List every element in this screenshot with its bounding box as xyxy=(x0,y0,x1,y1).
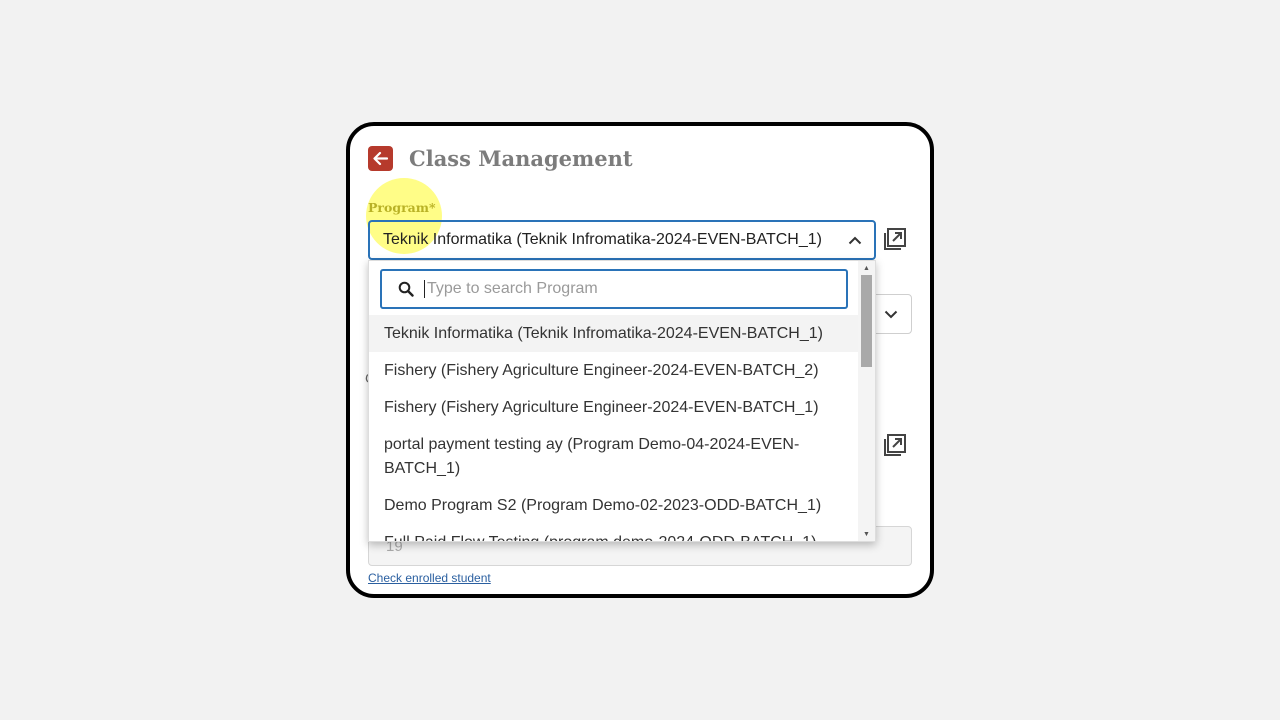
arrow-left-icon xyxy=(373,151,389,166)
program-option[interactable]: Fishery (Fishery Agriculture Engineer-20… xyxy=(369,352,859,389)
page-header: Class Management xyxy=(368,146,633,171)
page-title: Class Management xyxy=(409,146,633,171)
check-enrolled-student-link[interactable]: Check enrolled student xyxy=(368,571,491,585)
scroll-down-arrow-icon[interactable]: ▼ xyxy=(858,528,875,540)
program-option[interactable]: Full Paid Flow Testing (program demo-202… xyxy=(369,524,859,541)
program-option[interactable]: portal payment testing ay (Program Demo-… xyxy=(369,426,859,487)
scroll-up-arrow-icon[interactable]: ▲ xyxy=(858,262,875,274)
program-dropdown[interactable]: Teknik Informatika (Teknik Infromatika-2… xyxy=(368,260,876,542)
open-external-icon[interactable] xyxy=(883,433,907,457)
program-option[interactable]: Fishery (Fishery Agriculture Engineer-20… xyxy=(369,389,859,426)
program-search-box[interactable] xyxy=(380,269,848,309)
program-options-list: Teknik Informatika (Teknik Infromatika-2… xyxy=(369,315,859,541)
scroll-thumb[interactable] xyxy=(861,275,872,367)
search-icon xyxy=(398,281,414,297)
program-label: Program* xyxy=(368,200,436,215)
app-window: Class Management C 19 Check enrolled stu… xyxy=(346,122,934,598)
program-selected-value: Teknik Informatika (Teknik Infromatika-2… xyxy=(383,231,822,248)
program-select[interactable]: Teknik Informatika (Teknik Infromatika-2… xyxy=(368,220,876,260)
open-external-icon[interactable] xyxy=(883,227,907,251)
program-search-input[interactable] xyxy=(424,280,824,298)
program-option[interactable]: Teknik Informatika (Teknik Infromatika-2… xyxy=(369,315,859,352)
second-select-field[interactable] xyxy=(870,294,912,334)
back-button[interactable] xyxy=(368,146,393,171)
dropdown-scrollbar[interactable]: ▲ ▼ xyxy=(858,261,875,541)
program-option[interactable]: Demo Program S2 (Program Demo-02-2023-OD… xyxy=(369,487,859,524)
chevron-down-icon xyxy=(884,310,898,318)
chevron-up-icon[interactable] xyxy=(848,236,862,245)
